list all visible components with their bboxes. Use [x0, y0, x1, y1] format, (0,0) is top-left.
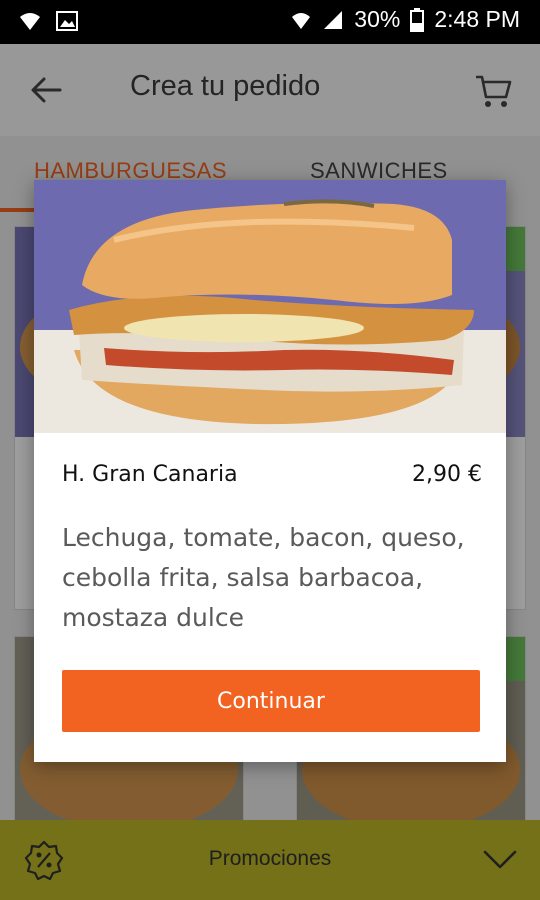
signal-icon: [324, 10, 343, 29]
wifi-icon: [292, 12, 311, 29]
wifi-icon: [20, 13, 40, 30]
product-description: Lechuga, tomate, bacon, queso, cebolla f…: [62, 523, 465, 632]
clock: 2:48 PM: [434, 6, 520, 32]
status-bar: 30% 2:48 PM: [0, 0, 540, 44]
battery-icon: [410, 7, 425, 32]
product-detail-modal: H. Gran Canaria 2,90 € Lechuga, tomate, …: [34, 180, 506, 762]
image-icon: [56, 11, 78, 31]
product-price: 2,90 €: [412, 462, 482, 487]
continue-button[interactable]: Continuar: [62, 670, 480, 732]
product-photo: [34, 180, 506, 433]
battery-percent: 30%: [354, 6, 401, 32]
product-name: H. Gran Canaria: [62, 462, 238, 487]
